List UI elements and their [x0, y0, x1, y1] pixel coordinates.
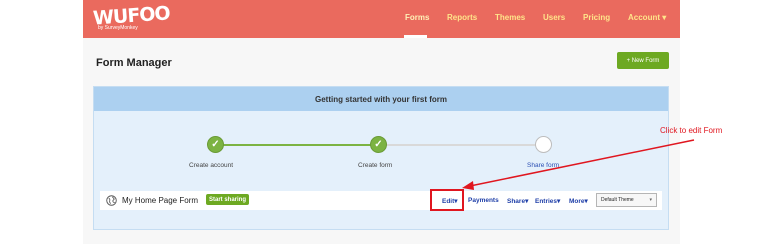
payments-link[interactable]: Payments: [468, 197, 499, 204]
theme-select[interactable]: Default Theme ▾: [596, 193, 657, 207]
globe-icon: [106, 195, 117, 206]
getting-started-title: Getting started with your first form: [94, 87, 668, 111]
nav-themes[interactable]: Themes: [495, 13, 525, 22]
theme-select-value: Default Theme: [601, 197, 634, 203]
more-link[interactable]: More▾: [569, 197, 588, 205]
nav-reports[interactable]: Reports: [447, 13, 477, 22]
step-link-share-form[interactable]: Share form: [527, 162, 559, 169]
main-content: Form Manager + New Form Getting started …: [83, 38, 680, 244]
chevron-down-icon: ▾: [649, 197, 652, 203]
page-title: Form Manager: [96, 57, 172, 69]
new-form-button[interactable]: + New Form: [617, 52, 669, 69]
step-share-form-indicator: [535, 136, 552, 153]
step-label-create-account: Create account: [189, 162, 234, 169]
nav-pricing[interactable]: Pricing: [583, 13, 610, 22]
progress-track-complete: [216, 144, 382, 146]
nav-users[interactable]: Users: [543, 13, 565, 22]
step-create-form-checkmark-icon: ✓: [370, 136, 387, 153]
share-link[interactable]: Share▾: [507, 197, 528, 205]
start-sharing-badge[interactable]: Start sharing: [206, 194, 250, 205]
entries-link[interactable]: Entries▾: [535, 197, 560, 205]
annotation-text: Click to edit Form: [660, 126, 723, 135]
top-navigation-bar: WUFOO by SurveyMonkey Forms Reports Them…: [83, 0, 680, 38]
form-name-link[interactable]: My Home Page Form: [122, 196, 198, 205]
nav-account[interactable]: Account ▾: [628, 13, 666, 22]
step-create-account-checkmark-icon: ✓: [207, 136, 224, 153]
wufoo-logo[interactable]: WUFOO by SurveyMonkey: [92, 2, 170, 35]
edit-highlight-box: [430, 189, 464, 211]
nav-forms[interactable]: Forms: [405, 13, 429, 22]
form-list-row: My Home Page Form Start sharing Edit▾ Pa…: [100, 191, 662, 210]
getting-started-panel: Getting started with your first form ✓ ✓…: [93, 86, 669, 230]
step-label-create-form: Create form: [358, 162, 393, 169]
logo-subtitle: by SurveyMonkey: [98, 25, 138, 31]
